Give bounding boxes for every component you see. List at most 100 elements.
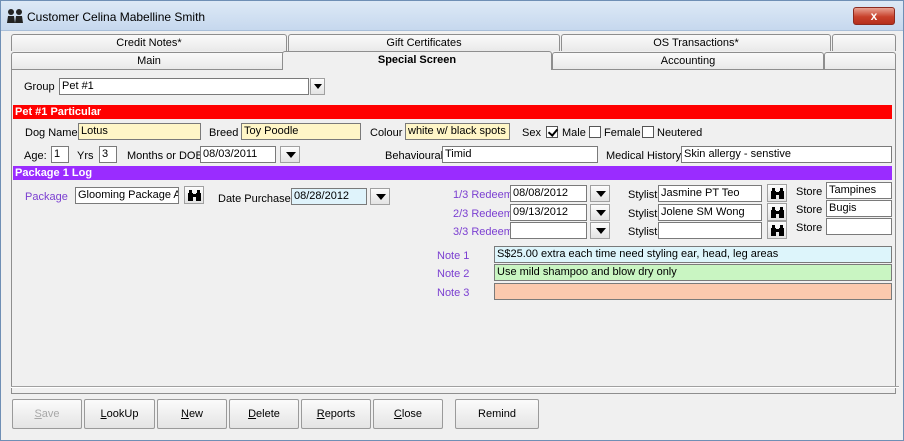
new-button[interactable]: New (157, 399, 227, 429)
save-mnemonic: S (34, 408, 42, 420)
delete-button[interactable]: Delete (229, 399, 299, 429)
store-3-label: Store (796, 222, 823, 234)
stylist-2-lookup-button[interactable] (767, 203, 787, 221)
remind-button[interactable]: Remind (455, 399, 539, 429)
breed-label: Breed (209, 127, 239, 139)
redeem-3-label: 3/3 Redeem (453, 226, 513, 238)
redeem-1-date-field[interactable]: 08/08/2012 (510, 185, 587, 202)
reports-mnemonic: R (316, 408, 325, 420)
redeem-2-date-field[interactable]: 09/13/2012 (510, 204, 587, 221)
lookup-label: ookUp (106, 408, 139, 420)
tab-extra-2[interactable] (824, 52, 896, 69)
new-mnemonic: N (180, 408, 189, 420)
button-bar-divider (11, 386, 899, 388)
age-label: Age: (24, 150, 47, 162)
dob-label: Months or DOB (127, 150, 203, 162)
tab-label: OS Transactions* (653, 37, 739, 49)
medical-history-field[interactable]: Skin allergy - senstive (681, 146, 892, 163)
close-mnemonic: C (393, 408, 402, 420)
package-field[interactable]: Glooming Package A (75, 187, 179, 204)
tab-accounting[interactable]: Accounting (552, 52, 824, 69)
stylist-1-field[interactable]: Jasmine PT Teo (658, 185, 762, 202)
remind-label: Remind (478, 408, 516, 420)
tab-label: Accounting (660, 55, 716, 67)
redeem-2-dropdown-button[interactable] (590, 204, 610, 221)
binoculars-icon (188, 190, 201, 201)
tab-extra[interactable] (832, 34, 896, 51)
redeem-3-dropdown-button[interactable] (590, 222, 610, 239)
dog-name-label: Dog Name (25, 127, 78, 139)
tab-label: Credit Notes* (116, 37, 182, 49)
binoculars-icon (771, 207, 784, 218)
reports-button[interactable]: Reports (301, 399, 371, 429)
breed-field[interactable]: Toy Poodle (241, 123, 361, 140)
redeem-1-label: 1/3 Redeem (453, 189, 513, 201)
colour-field[interactable]: white w/ black spots (405, 123, 510, 140)
pet-particular-header: Pet #1 Particular (13, 105, 892, 119)
stylist-3-lookup-button[interactable] (767, 221, 787, 239)
reports-label: eports (324, 408, 356, 420)
group-label: Group (24, 81, 55, 93)
note-3-label: Note 3 (437, 287, 470, 299)
title-bar[interactable]: Customer Celina Mabelline Smith x (1, 1, 903, 31)
group-select[interactable]: Pet #1 (59, 78, 309, 95)
binoculars-icon (771, 188, 784, 199)
delete-label: elete (256, 408, 280, 420)
store-2-label: Store (796, 204, 823, 216)
stylist-2-field[interactable]: Jolene SM Wong (658, 204, 762, 221)
package-lookup-button[interactable] (184, 186, 204, 204)
date-purchased-dropdown-button[interactable] (370, 188, 390, 205)
yrs-label: Yrs (77, 150, 94, 162)
dog-name-field[interactable]: Lotus (78, 123, 201, 140)
tab-main[interactable]: Main (11, 52, 287, 69)
stylist-2-label: Stylist (628, 208, 658, 220)
save-button[interactable]: Save (12, 399, 82, 429)
colour-label: Colour (370, 127, 403, 139)
note-3-field[interactable] (494, 283, 892, 300)
neutered-checkbox[interactable] (642, 126, 654, 138)
close-label: lose (401, 408, 423, 420)
redeem-3-date-field[interactable] (510, 222, 587, 239)
stylist-1-lookup-button[interactable] (767, 184, 787, 202)
store-1-label: Store (796, 186, 823, 198)
close-button[interactable]: Close (373, 399, 443, 429)
tab-label: Special Screen (377, 54, 457, 66)
age-months-field[interactable]: 3 (99, 146, 117, 163)
lookup-button[interactable]: LookUp (84, 399, 155, 429)
age-years-field[interactable]: 1 (51, 146, 69, 163)
stylist-1-label: Stylist (628, 189, 658, 201)
package-label: Package (25, 191, 68, 203)
redeem-2-label: 2/3 Redeem (453, 208, 513, 220)
date-purchased-field[interactable]: 08/28/2012 (291, 188, 367, 205)
date-purchased-label: Date Purchased (218, 193, 297, 205)
sex-label: Sex (522, 127, 541, 139)
group-dropdown-button[interactable] (310, 78, 325, 95)
redeem-1-dropdown-button[interactable] (590, 185, 610, 202)
stylist-3-field[interactable] (658, 222, 762, 239)
dob-field[interactable]: 08/03/2011 (200, 146, 276, 163)
note-1-field[interactable]: S$25.00 extra each time need styling ear… (494, 246, 892, 263)
note-2-label: Note 2 (437, 268, 470, 280)
note-2-field[interactable]: Use mild shampoo and blow dry only (494, 264, 892, 281)
note-1-label: Note 1 (437, 250, 470, 262)
stylist-3-label: Stylist (628, 226, 658, 238)
tab-label: Gift Certificates (386, 37, 462, 49)
tab-gift-certificates[interactable]: Gift Certificates (288, 34, 560, 51)
store-1-field[interactable]: Tampines (826, 182, 892, 199)
close-window-button[interactable]: x (853, 7, 895, 25)
store-2-field[interactable]: Bugis (826, 200, 892, 217)
tab-credit-notes[interactable]: Credit Notes* (11, 34, 287, 51)
neutered-label: Neutered (657, 127, 703, 139)
customer-window: Customer Celina Mabelline Smith x Credit… (0, 0, 904, 441)
female-label: Female (604, 127, 641, 139)
male-checkbox[interactable] (546, 126, 558, 138)
store-3-field[interactable] (826, 218, 892, 235)
customers-icon (7, 9, 23, 23)
female-checkbox[interactable] (589, 126, 601, 138)
delete-mnemonic: D (248, 408, 257, 420)
save-label: ave (41, 408, 60, 420)
tab-special-screen[interactable]: Special Screen (282, 51, 552, 70)
behavioural-field[interactable]: Timid (442, 146, 598, 163)
dob-dropdown-button[interactable] (280, 146, 300, 163)
tab-os-transactions[interactable]: OS Transactions* (561, 34, 831, 51)
